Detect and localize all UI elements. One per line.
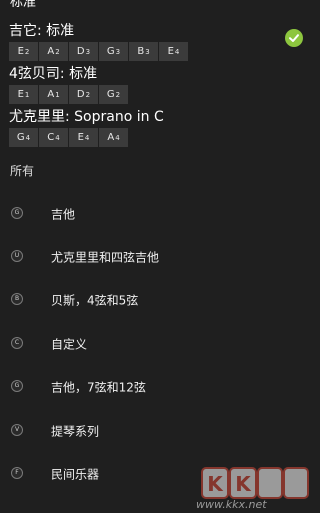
list-item-ukulele[interactable]: U 尤克里里和四弦吉他	[0, 237, 314, 277]
svg-text:K: K	[207, 472, 224, 496]
note-chip: A2	[39, 42, 68, 61]
list-item-label: 民间乐器	[51, 467, 100, 482]
note-chip: G2	[99, 85, 128, 104]
guitar-icon: G	[11, 207, 23, 219]
list-item-bass[interactable]: B 贝斯，4弦和5弦	[0, 280, 314, 320]
note-chip: C4	[39, 128, 68, 147]
ukulele-icon: U	[11, 250, 23, 262]
note-chip: E4	[69, 128, 98, 147]
header-title-partial: 标准	[10, 0, 37, 10]
bass-icon: B	[11, 293, 23, 305]
note-chip: G3	[99, 42, 128, 61]
watermark-text: www.kkx.net	[196, 498, 267, 511]
note-chip: A4	[99, 128, 128, 147]
note-chip: E2	[9, 42, 38, 61]
folk-icon: F	[11, 467, 23, 479]
list-item-label: 吉他，7弦和12弦	[51, 380, 146, 395]
note-chips: E2 A2 D3 G3 B3 E4	[9, 42, 188, 61]
svg-text:K: K	[235, 472, 252, 496]
tuning-title: 4弦贝司: 标准	[9, 66, 98, 82]
note-chip: G4	[9, 128, 38, 147]
list-item-violin-family[interactable]: V 提琴系列	[0, 411, 314, 451]
tuning-title: 尤克里里: Soprano in C	[9, 109, 164, 125]
selected-check-icon	[285, 29, 303, 47]
list-item-label: 吉他	[51, 207, 76, 222]
note-chip: B3	[129, 42, 158, 61]
list-item-label: 提琴系列	[51, 424, 100, 439]
note-chips: E1 A1 D2 G2	[9, 85, 128, 104]
note-chip: E4	[159, 42, 188, 61]
list-item-label: 尤克里里和四弦吉他	[51, 250, 160, 265]
custom-icon: C	[11, 337, 23, 349]
list-item-guitar[interactable]: G 吉他	[0, 194, 314, 234]
list-item-guitar-7-12[interactable]: G 吉他，7弦和12弦	[0, 367, 314, 407]
tuning-guitar-standard[interactable]: 吉它: 标准 E2 A2 D3 G3 B3 E4	[9, 22, 188, 61]
list-item-custom[interactable]: C 自定义	[0, 324, 314, 364]
tuning-bass-4-standard[interactable]: 4弦贝司: 标准 E1 A1 D2 G2	[9, 65, 128, 104]
tuning-ukulele-soprano[interactable]: 尤克里里: Soprano in C G4 C4 E4 A4	[9, 108, 164, 147]
list-item-label: 贝斯，4弦和5弦	[51, 293, 139, 308]
guitar-icon: G	[11, 380, 23, 392]
note-chips: G4 C4 E4 A4	[9, 128, 164, 147]
list-item-label: 自定义	[51, 337, 88, 352]
violin-icon: V	[11, 424, 23, 436]
note-chip: D2	[69, 85, 98, 104]
section-header-all: 所有	[10, 164, 35, 178]
note-chip: E1	[9, 85, 38, 104]
note-chip: D3	[69, 42, 98, 61]
tuning-title: 吉它: 标准	[9, 23, 75, 39]
note-chip: A1	[39, 85, 68, 104]
